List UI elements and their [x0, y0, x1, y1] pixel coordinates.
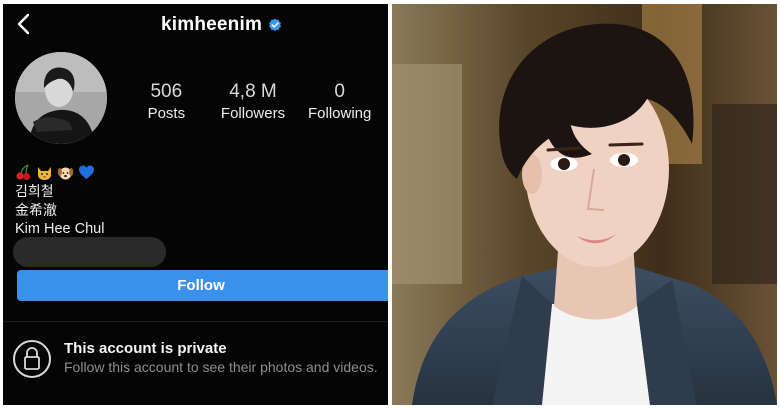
stat-followers[interactable]: 4,8 M Followers: [210, 82, 297, 124]
profile-bio: 김희철 金希澈 Kim Hee Chul: [15, 162, 104, 239]
redacted-link-blur: [13, 237, 166, 267]
cat-emoji: [38, 166, 51, 180]
private-account-title: This account is private: [64, 340, 227, 357]
verified-badge-icon: [269, 18, 282, 32]
stat-posts[interactable]: 506 Posts: [123, 82, 210, 124]
back-arrow-icon[interactable]: [13, 12, 35, 36]
blue-heart-emoji: [79, 165, 94, 179]
profile-username-header: kimheenim: [161, 14, 282, 36]
stat-label: Following: [307, 105, 372, 122]
section-divider: [3, 321, 388, 322]
stat-following[interactable]: 0 Following: [296, 82, 383, 124]
cherries-emoji: [16, 163, 31, 180]
stat-value: 506: [150, 81, 183, 102]
stat-value: 0: [334, 81, 345, 102]
profile-avatar[interactable]: [15, 52, 107, 144]
bio-line-chinese-name: 金希澈: [15, 202, 57, 218]
portrait-photo-image: [392, 4, 777, 405]
bio-line-korean-name: 김희철: [15, 183, 54, 199]
instagram-profile-screenshot: kimheenim 506 Posts 4,8 M Followers 0 Fo…: [3, 4, 388, 405]
username-text: kimheenim: [161, 14, 263, 35]
stat-label: Followers: [220, 105, 286, 122]
stat-value: 4,8 M: [229, 81, 277, 102]
profile-stats: 506 Posts 4,8 M Followers 0 Following: [123, 82, 383, 124]
dog-emoji: [57, 167, 74, 179]
portrait-photo: [392, 4, 777, 405]
stat-label: Posts: [147, 105, 186, 122]
avatar-image: [15, 52, 107, 144]
bio-emoji-row: [15, 162, 104, 182]
follow-button[interactable]: Follow: [17, 270, 388, 301]
follow-button-label: Follow: [177, 277, 225, 294]
private-account-subtitle: Follow this account to see their photos …: [64, 359, 378, 375]
lock-icon: [13, 340, 51, 378]
